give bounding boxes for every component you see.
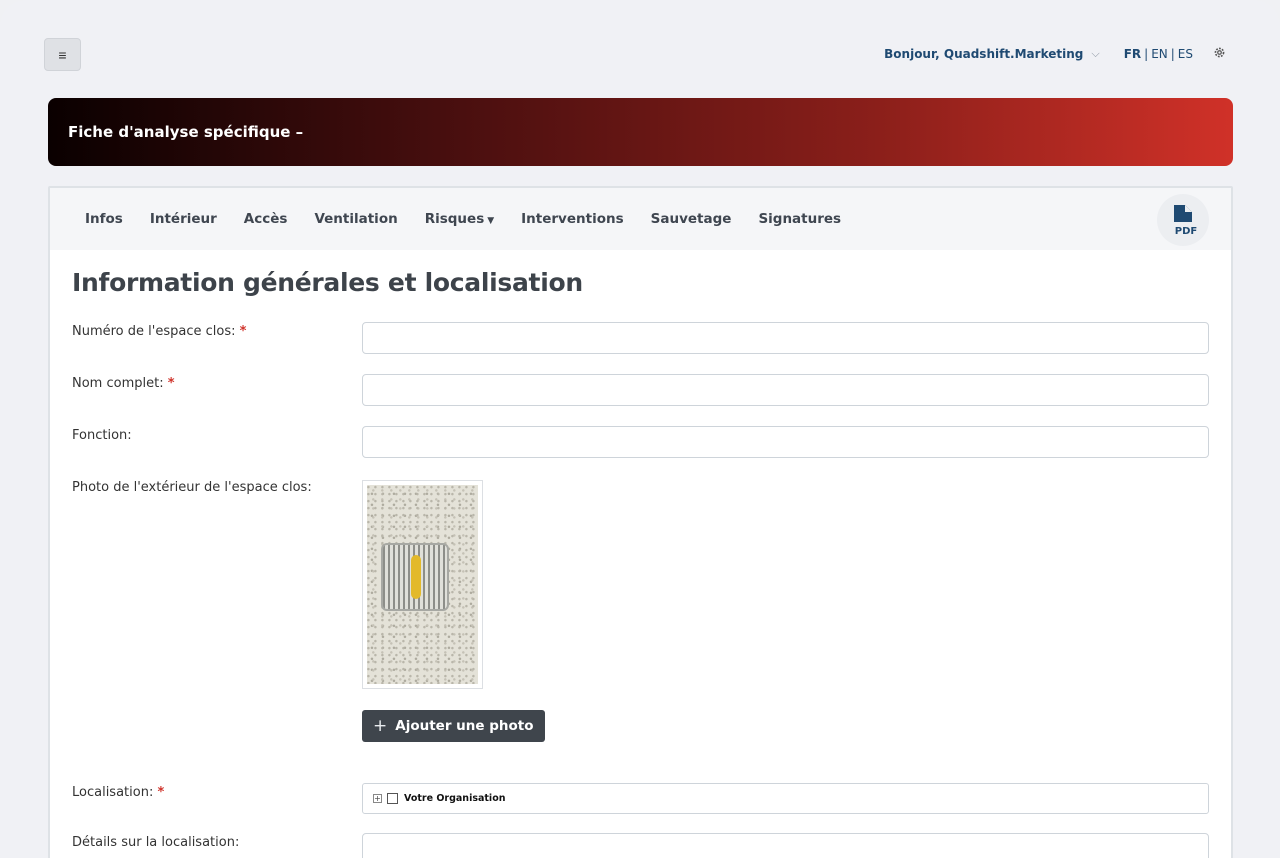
tab-interventions[interactable]: Interventions — [521, 211, 623, 227]
vent-image — [381, 543, 449, 611]
tab-interieur[interactable]: Intérieur — [150, 211, 217, 227]
app-frame: ≡ Bonjour, Quadshift.Marketing ⌵ FR | EN | E… — [0, 0, 1280, 858]
numero-input[interactable] — [362, 322, 1209, 354]
nom-label: Nom complet: * — [72, 376, 175, 391]
location-tree: + Votre Organisation — [362, 783, 1209, 814]
gear-icon[interactable] — [1213, 46, 1226, 63]
tab-risques-label: Risques — [424, 211, 485, 227]
details-label: Détails sur la localisation: — [72, 835, 240, 850]
pdf-icon: PDF — [1174, 205, 1197, 237]
tree-checkbox[interactable] — [387, 793, 398, 804]
required-marker: * — [167, 376, 175, 391]
form-title: Information générales et localisation — [72, 268, 583, 297]
general-info-form: Information générales et localisation Nu… — [72, 268, 1212, 858]
tab-infos[interactable]: Infos — [85, 211, 123, 227]
tab-risques[interactable]: Risques ▼ — [425, 211, 494, 227]
photo-image — [367, 485, 478, 684]
vent-knob — [411, 555, 421, 599]
localisation-label: Localisation: * — [72, 785, 164, 800]
caret-down-icon: ▼ — [487, 216, 495, 226]
top-bar: Bonjour, Quadshift.Marketing ⌵ FR | EN | ES — [884, 45, 1226, 63]
lang-en[interactable]: EN — [1151, 47, 1168, 61]
lang-separator: | — [1144, 47, 1149, 61]
add-photo-button[interactable]: + Ajouter une photo — [362, 710, 545, 742]
lang-fr[interactable]: FR — [1124, 47, 1141, 61]
expand-icon[interactable]: + — [373, 794, 382, 803]
tree-item-label[interactable]: Votre Organisation — [404, 793, 505, 804]
lang-separator: | — [1170, 47, 1175, 61]
tab-ventilation[interactable]: Ventilation — [314, 211, 397, 227]
menu-toggle-button[interactable]: ≡ — [44, 38, 81, 71]
hamburger-icon: ≡ — [58, 46, 67, 63]
numero-label: Numéro de l'espace clos: * — [72, 324, 246, 339]
lang-es[interactable]: ES — [1178, 47, 1193, 61]
plus-icon: + — [373, 716, 388, 736]
pdf-icon-text: PDF — [1175, 226, 1197, 237]
fonction-label: Fonction: — [72, 428, 132, 443]
nom-input[interactable] — [362, 374, 1209, 406]
page-title: Fiche d'analyse spécifique – — [68, 123, 304, 141]
tab-signatures[interactable]: Signatures — [758, 211, 841, 227]
fonction-input[interactable] — [362, 426, 1209, 458]
user-greeting[interactable]: Bonjour, Quadshift.Marketing — [884, 47, 1083, 61]
section-tabs: Infos Intérieur Accès Ventilation Risque… — [50, 188, 1231, 250]
pdf-export-button[interactable]: PDF — [1157, 194, 1209, 246]
tab-acces[interactable]: Accès — [244, 211, 288, 227]
page-banner: Fiche d'analyse spécifique – — [48, 98, 1233, 166]
localisation-label-text: Localisation: — [72, 785, 154, 800]
required-marker: * — [157, 785, 165, 800]
add-photo-label: Ajouter une photo — [395, 718, 534, 734]
numero-label-text: Numéro de l'espace clos: — [72, 324, 236, 339]
photo-thumbnail[interactable] — [362, 480, 483, 689]
photo-label: Photo de l'extérieur de l'espace clos: — [72, 480, 312, 495]
required-marker: * — [239, 324, 247, 339]
form-card: Infos Intérieur Accès Ventilation Risque… — [48, 186, 1233, 858]
tab-sauvetage[interactable]: Sauvetage — [651, 211, 732, 227]
chevron-down-icon[interactable]: ⌵ — [1091, 47, 1099, 61]
nom-label-text: Nom complet: — [72, 376, 164, 391]
details-input[interactable] — [362, 833, 1209, 858]
language-switcher: FR | EN | ES — [1124, 47, 1193, 61]
